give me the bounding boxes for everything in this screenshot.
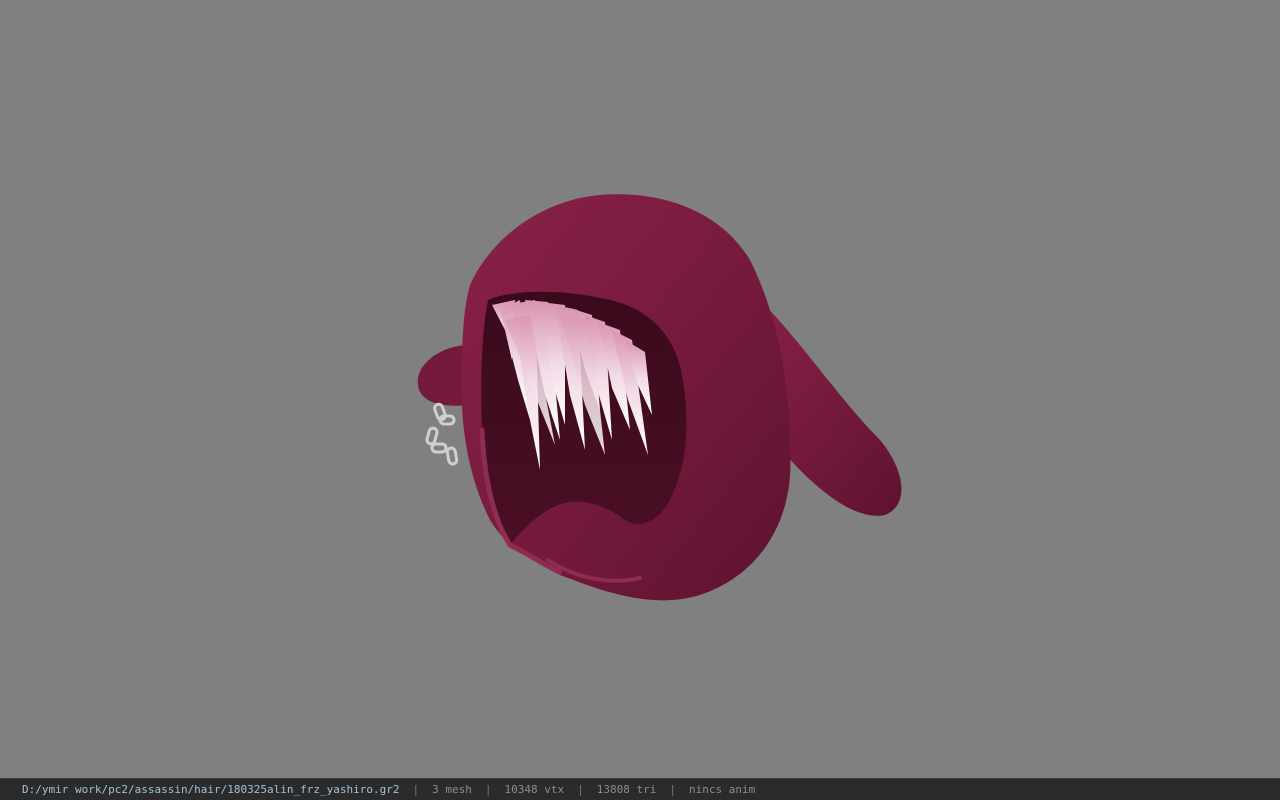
separator: | <box>577 783 584 796</box>
status-bar: D:/ymir work/pc2/assassin/hair/180325ali… <box>0 778 1280 800</box>
3d-viewport[interactable] <box>0 0 1280 778</box>
separator: | <box>669 783 676 796</box>
separator: | <box>484 783 492 796</box>
animation-status: nincs anim <box>688 783 756 796</box>
separator: | <box>412 783 420 796</box>
file-path: D:/ymir work/pc2/assassin/hair/180325ali… <box>22 783 400 796</box>
mesh-count: 3 mesh <box>432 783 472 796</box>
vertex-count: 10348 vtx <box>504 783 565 796</box>
chain-accessory <box>425 402 459 466</box>
triangle-count: 13808 tri <box>596 783 657 796</box>
model-render <box>417 194 902 601</box>
